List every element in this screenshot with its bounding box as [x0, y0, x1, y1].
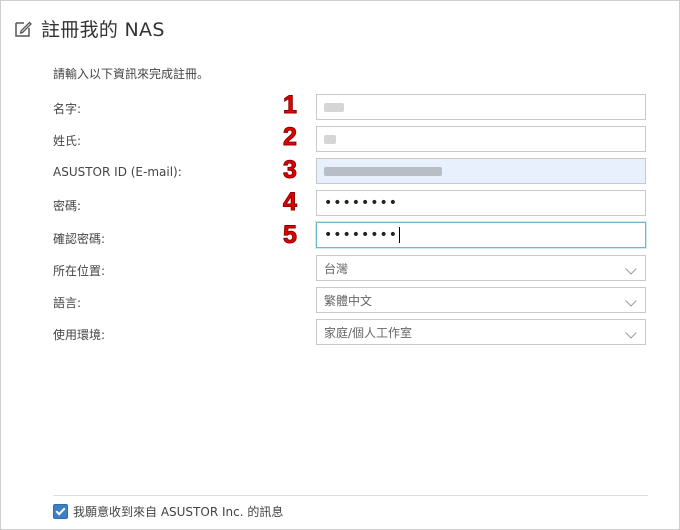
registration-panel: 註冊我的 NAS 請輸入以下資訊來完成註冊。 名字: 1 姓氏: 2 ASUST… [0, 0, 680, 530]
usage-environment-value: 家庭/個人工作室 [324, 325, 413, 340]
redacted-value [324, 134, 336, 144]
step-number-5: 5 [283, 221, 298, 250]
location-value: 台灣 [324, 261, 349, 276]
email-label: ASUSTOR ID (E-mail): [53, 165, 182, 179]
consent-checkbox[interactable] [53, 504, 68, 519]
consent-label: 我願意收到來自 ASUSTOR Inc. 的訊息 [73, 505, 284, 519]
first-name-label: 名字: [53, 102, 82, 116]
confirm-password-value: •••••••• [324, 227, 399, 243]
password-label: 密碼: [53, 199, 82, 213]
divider [53, 495, 648, 496]
consent-row[interactable]: 我願意收到來自 ASUSTOR Inc. 的訊息 [53, 503, 283, 520]
step-number-1: 1 [283, 91, 298, 120]
language-value: 繁體中文 [324, 293, 373, 308]
header: 註冊我的 NAS [13, 15, 165, 42]
confirm-password-input[interactable]: •••••••• [316, 222, 646, 248]
page-title: 註冊我的 NAS [41, 19, 165, 41]
chevron-down-icon [625, 327, 637, 339]
usage-environment-select[interactable]: 家庭/個人工作室 [316, 319, 646, 345]
edit-icon [15, 21, 32, 37]
redacted-value [324, 102, 344, 112]
chevron-down-icon [625, 295, 637, 307]
usage-environment-label: 使用環境: [53, 328, 106, 342]
redacted-value [324, 166, 442, 176]
language-label: 語言: [53, 296, 82, 310]
text-cursor [399, 227, 401, 243]
confirm-password-label: 確認密碼: [53, 232, 106, 246]
step-number-2: 2 [283, 123, 298, 152]
chevron-down-icon [625, 263, 637, 275]
location-label: 所在位置: [53, 264, 106, 278]
step-number-3: 3 [283, 156, 298, 185]
email-input[interactable] [316, 158, 646, 184]
language-select[interactable]: 繁體中文 [316, 287, 646, 313]
last-name-label: 姓氏: [53, 134, 82, 148]
intro-text: 請輸入以下資訊來完成註冊。 [53, 67, 210, 81]
first-name-input[interactable] [316, 94, 646, 120]
password-input[interactable]: •••••••• [316, 190, 646, 216]
location-select[interactable]: 台灣 [316, 255, 646, 281]
last-name-input[interactable] [316, 126, 646, 152]
step-number-4: 4 [283, 188, 298, 217]
password-value: •••••••• [324, 195, 399, 211]
